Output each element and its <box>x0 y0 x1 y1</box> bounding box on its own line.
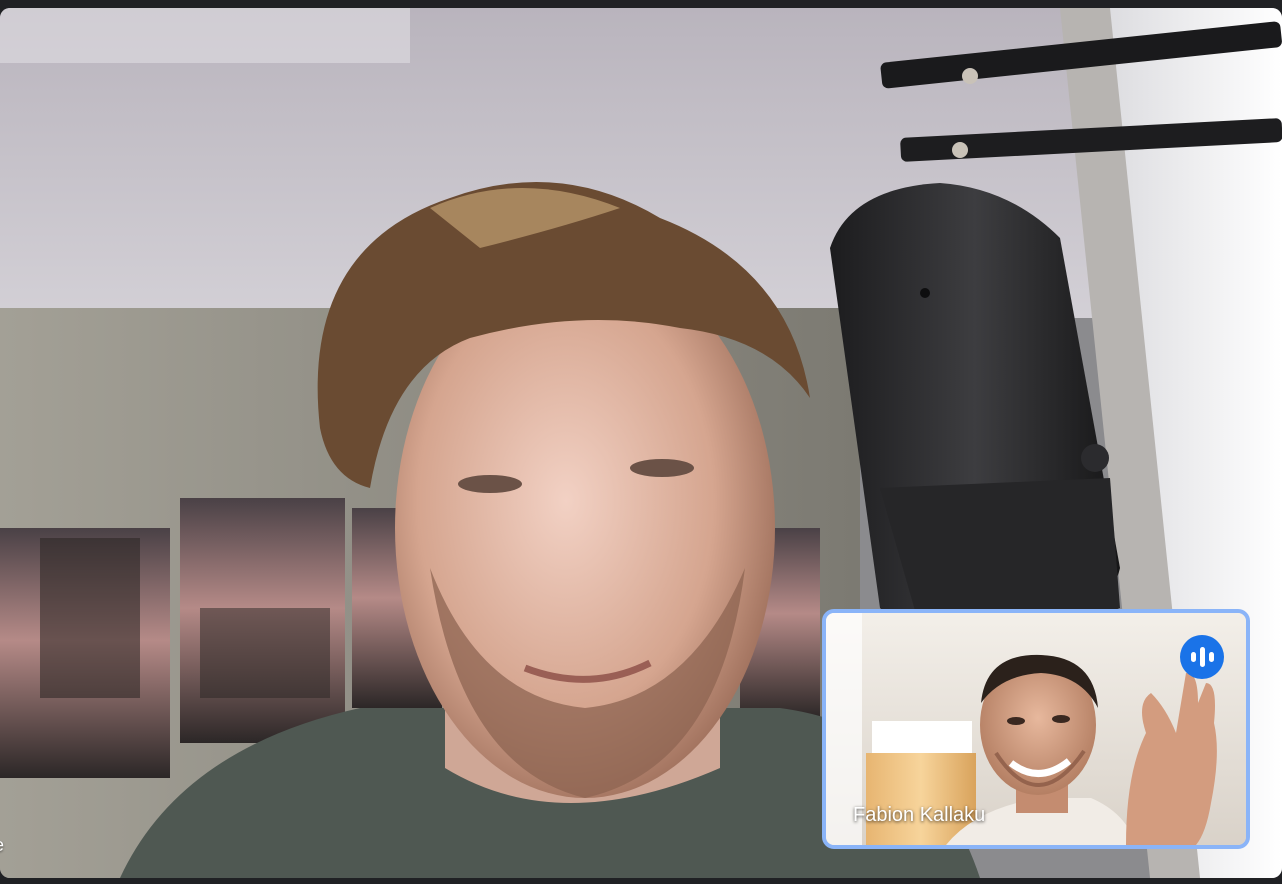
self-view-tile[interactable]: Fabion Kallaku <box>822 609 1250 849</box>
audio-level-icon <box>1180 635 1224 679</box>
meeting-stage: e <box>0 0 1282 884</box>
pip-participant-name: Fabion Kallaku <box>853 804 986 826</box>
main-participant-name: e <box>0 835 4 856</box>
